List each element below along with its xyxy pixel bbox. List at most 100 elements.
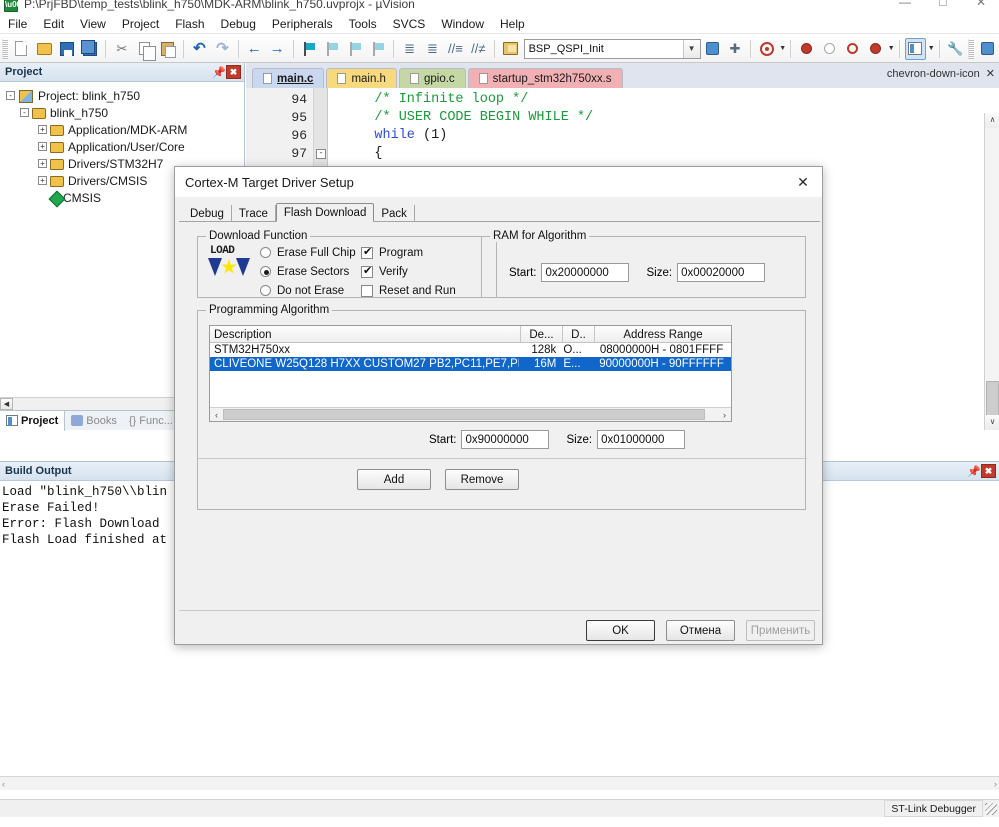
dialog-tab-pack[interactable]: Pack [374,205,415,222]
tree-toggle-icon[interactable]: - [6,91,15,100]
chevron-down-icon[interactable]: ▼ [682,39,700,58]
editor-tab-gpio-c[interactable]: gpio.c [398,68,466,88]
tree-toggle-icon[interactable]: + [38,159,47,168]
remove-button[interactable]: Remove [445,469,519,490]
close-icon[interactable]: ✖ [226,65,241,79]
menu-item-help[interactable]: Help [492,14,533,34]
manage-project-icon[interactable] [977,38,998,60]
target-options-icon[interactable] [500,38,521,60]
radio-erase-sectors[interactable]: Erase Sectors [260,264,356,279]
undo-icon[interactable]: ↶ [189,38,210,60]
manage-runtime-icon[interactable]: ✚ [725,38,746,60]
column-header-description[interactable]: Description [210,326,521,343]
menu-item-window[interactable]: Window [433,14,492,34]
toolbar-grip[interactable] [968,38,975,59]
bookmark-clear-icon[interactable] [367,38,388,60]
tree-toggle-icon[interactable]: + [38,125,47,134]
algorithm-size-input[interactable]: 0x01000000 [597,430,686,449]
chevron-down-icon[interactable]: ▼ [928,45,935,52]
scroll-up-icon[interactable]: ∧ [985,113,999,128]
bookmark-toggle-icon[interactable] [299,38,320,60]
save-all-icon[interactable] [79,38,100,60]
navigate-back-icon[interactable]: ← [244,38,265,60]
close-icon[interactable]: ✖ [981,464,996,478]
table-horizontal-scrollbar[interactable]: ‹ › [210,407,731,421]
menu-item-project[interactable]: Project [114,14,167,34]
redo-icon[interactable]: ↷ [212,38,233,60]
ram-size-input[interactable]: 0x00020000 [677,263,766,282]
close-icon[interactable]: ✕ [986,67,995,80]
tab-books[interactable]: Books [65,411,123,431]
ok-button[interactable]: OK [586,620,655,641]
scrollbar-thumb[interactable] [223,409,705,420]
tree-toggle-icon[interactable]: - [20,108,29,117]
kill-all-breakpoints-icon[interactable] [842,38,863,60]
new-file-icon[interactable] [11,38,32,60]
column-header-device-type[interactable]: D.. [563,326,595,343]
checkbox-icon-checked[interactable]: ✔ [361,265,373,278]
scroll-down-icon[interactable]: ∨ [985,415,999,430]
menu-item-view[interactable]: View [72,14,114,34]
menu-item-edit[interactable]: Edit [35,14,72,34]
column-header-address-range[interactable]: Address Range [595,326,731,343]
insert-breakpoint-icon[interactable] [796,38,817,60]
menu-item-tools[interactable]: Tools [341,14,385,34]
tree-item-target[interactable]: - blink_h750 [4,104,244,121]
checkbox-program[interactable]: ✔ Program [361,245,456,260]
radio-icon-selected[interactable] [260,266,271,277]
radio-erase-full-chip[interactable]: Erase Full Chip [260,245,356,260]
build-output-horizontal-scrollbar[interactable]: ‹ › [0,776,999,790]
tab-functions[interactable]: {} Func... [123,411,179,431]
save-icon[interactable] [57,38,78,60]
chevron-down-icon[interactable]: ▼ [779,45,786,52]
comment-icon[interactable]: //≡ [445,38,466,60]
scroll-right-icon[interactable]: › [718,410,731,420]
batch-build-icon[interactable] [702,38,723,60]
scroll-left-icon[interactable]: ◀ [0,398,13,410]
algorithm-table[interactable]: Description De... D.. Address Range STM3… [209,325,732,422]
tree-toggle-icon[interactable]: + [38,176,47,185]
scroll-left-icon[interactable]: ‹ [210,410,223,420]
tab-project[interactable]: Project [0,410,66,431]
editor-vertical-scrollbar[interactable]: ∧ ∨ [984,113,999,430]
tree-item-application-mdk-arm[interactable]: + Application/MDK-ARM [4,121,244,138]
window-layout-icon[interactable] [904,37,926,60]
editor-tab-startup-s[interactable]: startup_stm32h750xx.s [467,68,623,88]
tree-toggle-icon[interactable]: + [38,142,47,151]
maximize-button[interactable]: □ [928,0,958,12]
bookmark-prev-icon[interactable] [321,38,342,60]
chevron-down-icon[interactable]: ▼ [888,45,895,52]
disable-breakpoint-icon[interactable] [819,38,840,60]
editor-tab-main-h[interactable]: main.h [326,68,397,88]
outdent-icon[interactable]: ≣ [422,38,443,60]
dialog-tab-flash-download[interactable]: Flash Download [275,203,375,222]
column-header-device-size[interactable]: De... [521,326,563,343]
indent-icon[interactable]: ≣ [399,38,420,60]
resize-grip[interactable] [985,802,997,815]
target-combo[interactable]: BSP_QSPI_Init ▼ [523,38,701,59]
bookmark-next-icon[interactable] [344,38,365,60]
cancel-button[interactable]: Отмена [666,620,735,641]
radio-do-not-erase[interactable]: Do not Erase [260,283,356,298]
radio-icon[interactable] [260,247,271,258]
close-icon[interactable]: ✕ [790,172,816,192]
navigate-forward-icon[interactable]: → [267,38,288,60]
disable-all-breakpoints-icon[interactable] [865,38,886,60]
checkbox-reset-and-run[interactable]: Reset and Run [361,283,456,298]
open-file-icon[interactable] [34,38,55,60]
menu-item-svcs[interactable]: SVCS [385,14,434,34]
find-in-files-icon[interactable] [756,38,777,60]
toolbar-grip[interactable] [2,38,8,59]
checkbox-icon-checked[interactable]: ✔ [361,246,373,259]
menu-item-peripherals[interactable]: Peripherals [264,14,341,34]
editor-tab-main-c[interactable]: main.c [252,68,325,88]
uncomment-icon[interactable]: //≠ [468,38,489,60]
tree-item-project[interactable]: - Project: blink_h750 [4,87,244,104]
table-row[interactable]: STM32H750xx 128k O... 08000000H - 0801FF… [210,343,731,357]
table-row[interactable]: CLIVEONE W25Q128 H7XX CUSTOM27 PB2,PC11,… [210,357,731,371]
menu-item-flash[interactable]: Flash [167,14,212,34]
add-button[interactable]: Add [357,469,431,490]
tree-item-application-user-core[interactable]: + Application/User/Core [4,138,244,155]
chevron-down-icon[interactable]: chevron-down-icon [887,68,980,80]
scroll-right-icon[interactable]: › [994,779,997,789]
